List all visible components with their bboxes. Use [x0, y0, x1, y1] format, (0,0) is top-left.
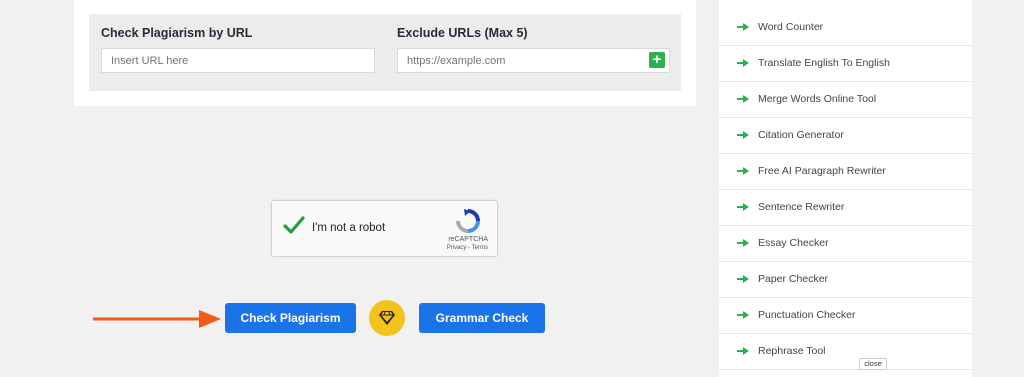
exclude-url-input[interactable]	[397, 48, 670, 73]
sidebar-item-label: Paper Checker	[758, 273, 829, 285]
orange-arrow-icon	[93, 310, 221, 328]
plus-icon[interactable]: +	[649, 52, 665, 68]
arrow-right-icon	[737, 167, 749, 175]
arrow-right-icon	[737, 311, 749, 319]
check-plagiarism-button[interactable]: Check Plagiarism	[225, 303, 356, 333]
arrow-right-icon	[737, 95, 749, 103]
captcha-label: I'm not a robot	[312, 222, 386, 234]
sidebar-item-citation[interactable]: Citation Generator	[719, 118, 972, 154]
premium-badge[interactable]	[369, 300, 405, 336]
recaptcha-widget: I'm not a robot reCAPTCHA Privacy - Term…	[271, 200, 498, 257]
diamond-icon	[379, 311, 395, 325]
check-url-input[interactable]	[101, 48, 375, 73]
sidebar-item-punctuation-checker[interactable]: Punctuation Checker	[719, 298, 972, 334]
sidebar-item-sentence-rewriter[interactable]: Sentence Rewriter	[719, 190, 972, 226]
arrow-right-icon	[737, 131, 749, 139]
arrow-right-icon	[737, 239, 749, 247]
arrow-right-icon	[737, 23, 749, 31]
check-url-label: Check Plagiarism by URL	[101, 26, 253, 40]
exclude-url-field: +	[397, 48, 670, 73]
sidebar-item-essay-checker[interactable]: Essay Checker	[719, 226, 972, 262]
sidebar-item-label: Rephrase Tool	[758, 345, 826, 357]
sidebar-item-paper-checker[interactable]: Paper Checker	[719, 262, 972, 298]
checkmark-icon[interactable]	[282, 213, 306, 237]
grammar-check-button[interactable]: Grammar Check	[419, 303, 545, 333]
recaptcha-brand: reCAPTCHA	[448, 236, 488, 243]
sidebar-item-label: Punctuation Checker	[758, 309, 856, 321]
sidebar-item-label: Sentence Rewriter	[758, 201, 845, 213]
arrow-right-icon	[737, 59, 749, 67]
sidebar-item-paragraph-rewriter[interactable]: Free AI Paragraph Rewriter	[719, 154, 972, 190]
sidebar-item-label: Merge Words Online Tool	[758, 93, 877, 105]
url-panel: Check Plagiarism by URL Exclude URLs (Ma…	[89, 14, 681, 91]
exclude-urls-label: Exclude URLs (Max 5)	[397, 26, 528, 40]
arrow-right-icon	[737, 275, 749, 283]
sidebar-item-rephrase-tool[interactable]: Rephrase Tool	[719, 334, 972, 370]
sidebar-item-merge-words[interactable]: Merge Words Online Tool	[719, 82, 972, 118]
url-check-card: Check Plagiarism by URL Exclude URLs (Ma…	[74, 0, 696, 106]
sidebar-item-label: Citation Generator	[758, 129, 844, 141]
close-button[interactable]: close	[859, 358, 887, 370]
sidebar-item-label: Word Counter	[758, 21, 824, 33]
sidebar-item-label: Essay Checker	[758, 237, 829, 249]
sidebar-item-label: Free AI Paragraph Rewriter	[758, 165, 886, 177]
sidebar-item-word-counter[interactable]: Word Counter	[719, 10, 972, 46]
arrow-right-icon	[737, 203, 749, 211]
recaptcha-links[interactable]: Privacy - Terms	[272, 245, 497, 251]
sidebar-item-translate[interactable]: Translate English To English	[719, 46, 972, 82]
arrow-right-icon	[737, 347, 749, 355]
sidebar-item-label: Translate English To English	[758, 57, 890, 69]
recaptcha-logo-icon	[456, 209, 480, 233]
sidebar-tools: Word Counter Translate English To Englis…	[719, 0, 972, 377]
